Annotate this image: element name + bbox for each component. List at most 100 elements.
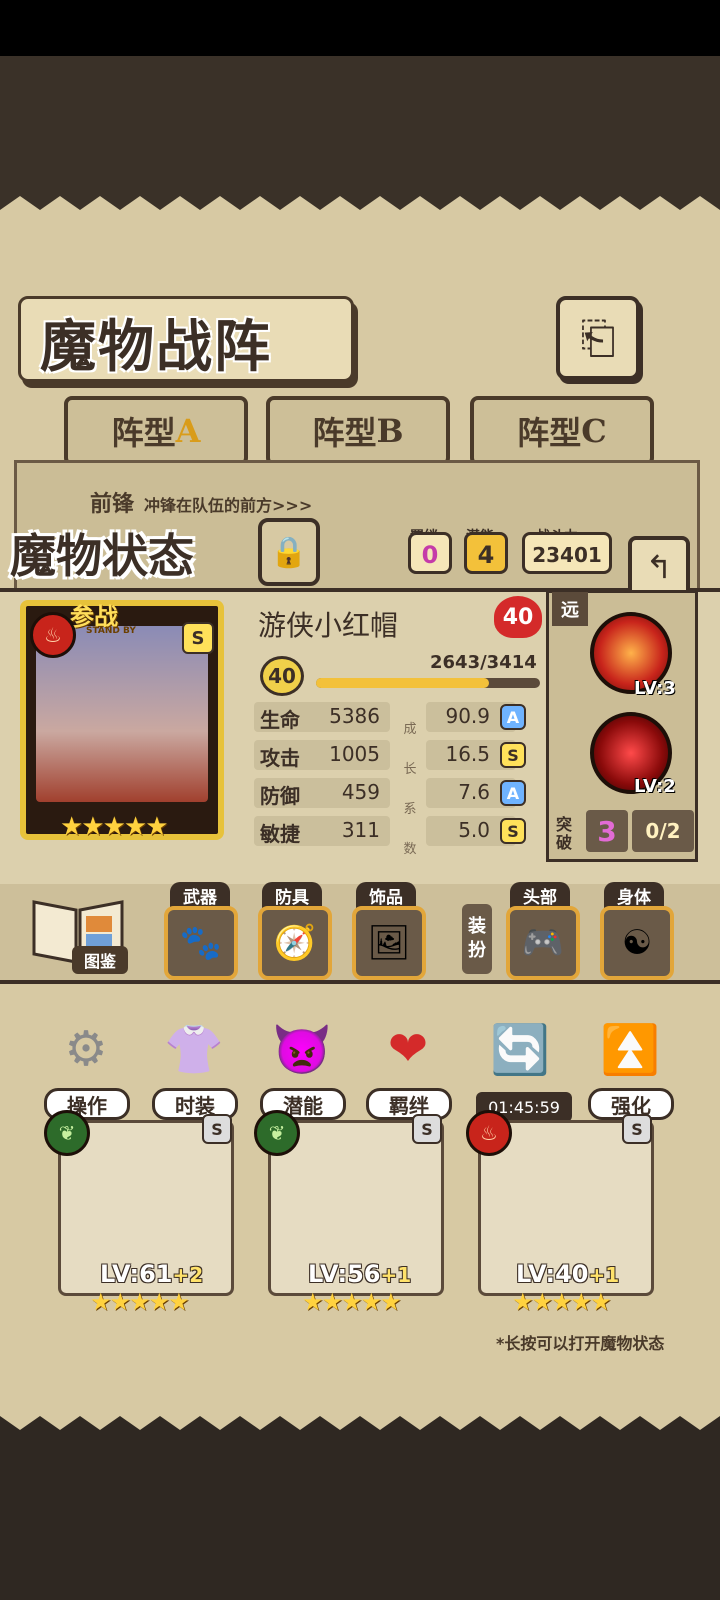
fashion-button[interactable]: 👚 xyxy=(148,1004,240,1094)
tab-formation-a[interactable]: 阵型 A xyxy=(64,396,248,466)
bond-value: 0 xyxy=(408,532,452,574)
return-arrow-icon: ↰ xyxy=(645,548,673,586)
growth-value-hp: 90.9 xyxy=(445,704,490,728)
zigzag-top-border xyxy=(0,186,720,210)
monster-name: 游侠小红帽 xyxy=(258,609,399,642)
range-tag: 远 xyxy=(552,592,588,626)
zigzag-bottom-border xyxy=(0,1416,720,1440)
level-badge: 40 xyxy=(260,656,304,696)
roster-rank-badge: S xyxy=(622,1114,652,1144)
portrait-card-icon: 🖼 xyxy=(367,923,411,963)
weapon-label: 武器 xyxy=(170,882,230,908)
standby-sub-label: STAND BY xyxy=(86,626,136,636)
accessory-label: 饰品 xyxy=(356,882,416,908)
outfit-icon: 👚 xyxy=(164,1021,224,1078)
growth-value-agility: 5.0 xyxy=(458,818,490,842)
leaf-element-icon: ❦ xyxy=(254,1110,300,1156)
operate-button[interactable]: ⚙ xyxy=(40,1004,132,1094)
bond-button[interactable]: ❤ xyxy=(362,1004,454,1094)
growth-value-defense: 7.6 xyxy=(458,780,490,804)
accessory-slot[interactable]: 🖼 xyxy=(352,906,426,980)
page-title: 魔物战阵 xyxy=(40,314,272,380)
tab-suffix: C xyxy=(581,412,607,450)
body-slot[interactable]: ☯ xyxy=(600,906,674,980)
compass-icon: 🧭 xyxy=(273,923,317,963)
breakthrough-count: 3 xyxy=(586,810,628,852)
growth-coefficient-label: 成长系数 xyxy=(403,722,417,857)
stat-label-hp: 生命 xyxy=(260,708,300,732)
vanguard-row-title: 前锋 冲锋在队伍的前方>>> xyxy=(90,486,312,518)
breakthrough-label: 突破 xyxy=(556,815,573,852)
rank-badge: S xyxy=(182,622,214,654)
potential-button[interactable]: 👿 xyxy=(256,1004,348,1094)
grade-badge-hp: A xyxy=(500,704,526,730)
grade-badge-agility: S xyxy=(500,818,526,844)
roster-stars-1: ★★★★★ xyxy=(90,1288,190,1316)
upgrade-arrows-icon: ⏫ xyxy=(600,1021,660,1078)
demon-icon: 👿 xyxy=(272,1021,332,1078)
yin-yang-icon: ☯ xyxy=(621,923,653,963)
tab-formation-b[interactable]: 阵型 B xyxy=(266,396,450,466)
roster-rank-badge: S xyxy=(412,1114,442,1144)
affection-heart-icon: 40 xyxy=(494,596,542,638)
row-description: 冲锋在队伍的前方>>> xyxy=(144,496,313,515)
power-value: 23401 xyxy=(522,532,612,574)
weapon-slot[interactable]: 🐾 xyxy=(164,906,238,980)
growth-value-attack: 16.5 xyxy=(445,742,490,766)
gear-icon: ⚙ xyxy=(64,1021,108,1077)
skill-1-level: LV:3 xyxy=(634,678,676,699)
roster-plus: +1 xyxy=(380,1263,412,1287)
dress-up-label: 装扮 xyxy=(462,904,492,974)
roster-level-1: LV:61+2 xyxy=(100,1260,203,1288)
exp-text: 2643/3414 xyxy=(430,652,537,673)
stat-value-hp: 5386 xyxy=(329,704,380,728)
tab-label: 阵型 xyxy=(111,414,176,452)
long-press-hint: *长按可以打开魔物状态 xyxy=(496,1334,665,1353)
card-stars: ★★★★★ xyxy=(60,812,169,842)
armor-label: 防具 xyxy=(262,882,322,908)
potential-value: 4 xyxy=(464,532,508,574)
roster-stars-3: ★★★★★ xyxy=(512,1288,612,1316)
tab-suffix: A xyxy=(175,412,201,450)
background-upper xyxy=(0,56,720,186)
enhance-button[interactable]: ⏫ xyxy=(584,1004,676,1094)
roster-rank-badge: S xyxy=(202,1114,232,1144)
roster-plus: +2 xyxy=(172,1263,204,1287)
body-label: 身体 xyxy=(604,882,664,908)
roster-level-text: LV:40 xyxy=(516,1260,589,1288)
stat-label-defense: 防御 xyxy=(260,784,300,808)
roster-stars-2: ★★★★★ xyxy=(302,1288,402,1316)
armor-slot[interactable]: 🧭 xyxy=(258,906,332,980)
stat-label-agility: 敏捷 xyxy=(260,822,300,846)
refresh-icon: 🔄 xyxy=(490,1021,550,1078)
stat-value-defense: 459 xyxy=(341,780,380,804)
exp-bar-fill xyxy=(316,678,490,688)
stat-label-attack: 攻击 xyxy=(260,746,300,770)
background-lower xyxy=(0,1440,720,1600)
hearts-icon: ❤ xyxy=(387,1021,429,1077)
stat-value-attack: 1005 xyxy=(329,742,380,766)
status-title: 魔物状态 xyxy=(10,529,194,583)
encyclopedia-label[interactable]: 图鉴 xyxy=(72,946,128,974)
tab-label: 阵型 xyxy=(517,414,582,452)
fire-element-icon: ♨ xyxy=(466,1110,512,1156)
roster-level-3: LV:40+1 xyxy=(516,1260,619,1288)
tab-label: 阵型 xyxy=(312,414,377,452)
grade-badge-defense: A xyxy=(500,780,526,806)
leaf-element-icon: ❦ xyxy=(44,1110,90,1156)
breakthrough-progress: 0/2 xyxy=(632,810,694,852)
skill-2-level: LV:2 xyxy=(634,776,676,797)
head-slot[interactable]: 🎮 xyxy=(506,906,580,980)
back-button[interactable]: ⎗ xyxy=(556,296,640,380)
affection-value: 40 xyxy=(502,604,534,630)
grade-badge-attack: S xyxy=(500,742,526,768)
refresh-button[interactable]: 🔄 xyxy=(474,1004,566,1094)
paw-icon: 🐾 xyxy=(179,923,223,963)
gamepad-icon: 🎮 xyxy=(521,923,565,963)
tab-suffix: B xyxy=(376,412,404,450)
lock-icon[interactable]: 🔒 xyxy=(258,518,320,586)
close-status-button[interactable]: ↰ xyxy=(628,536,690,598)
head-label: 头部 xyxy=(510,882,570,908)
tab-formation-c[interactable]: 阵型 C xyxy=(470,396,654,466)
row-title: 前锋 xyxy=(90,492,135,517)
